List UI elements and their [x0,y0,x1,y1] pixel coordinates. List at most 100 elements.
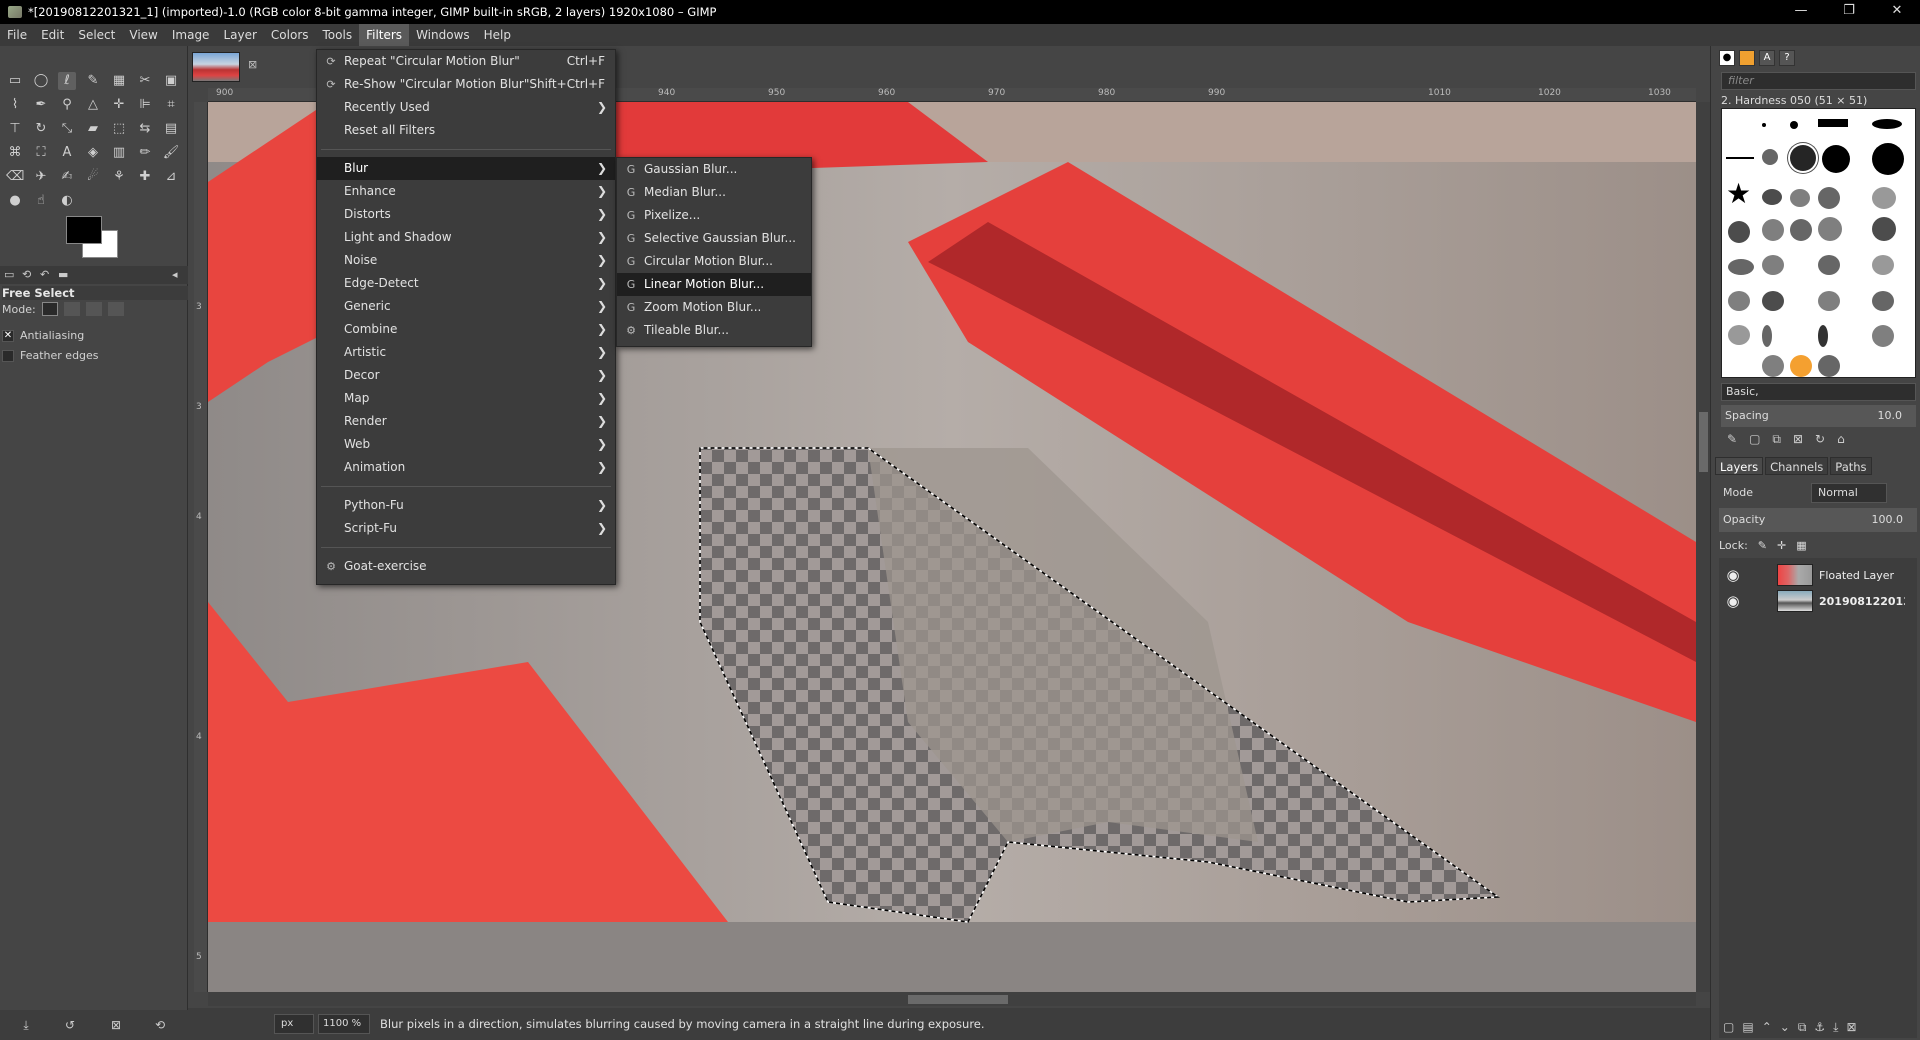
star-brush-icon[interactable]: ★ [1726,177,1751,210]
foreground-select-icon[interactable]: ▣ [162,72,180,90]
image-tab-thumbnail[interactable] [192,52,240,82]
brush-item[interactable] [1790,121,1798,129]
brush-preset-select[interactable]: Basic, [1721,383,1916,401]
brush-item[interactable] [1872,119,1902,129]
mypaint-brush-icon[interactable]: ☄ [84,168,102,186]
brush-item[interactable] [1822,145,1850,173]
spacing-slider[interactable]: Spacing 10.0 [1721,405,1916,427]
brush-item[interactable] [1762,189,1782,205]
brush-item[interactable] [1762,219,1784,241]
unit-selector[interactable]: px [274,1014,314,1034]
reset-options-icon[interactable]: ⟲ [152,1018,168,1034]
help-tab-icon[interactable]: ? [1779,50,1795,66]
horizontal-scrollbar[interactable] [208,992,1696,1006]
patterns-tab-icon[interactable] [1739,50,1755,66]
layer-opacity-value[interactable]: 100.0 [1872,508,1904,532]
restore-options-icon[interactable]: ↺ [62,1018,78,1034]
menu-generic[interactable]: Generic ❯ [317,295,615,318]
tool-options-tab-icon[interactable]: ▭ [4,268,14,281]
brush-item[interactable] [1790,189,1810,207]
anchor-layer-icon[interactable]: ⚓ [1814,1020,1825,1034]
paintbrush-icon[interactable]: 🖌 [162,144,180,162]
delete-options-icon[interactable]: ⊠ [108,1018,124,1034]
brush-item[interactable] [1818,255,1840,275]
free-select-icon[interactable]: ℓ [58,72,76,90]
feather-edges-checkbox[interactable] [2,349,14,362]
brush-item[interactable] [1818,325,1828,347]
lock-pixels-icon[interactable]: ✎ [1758,539,1767,552]
select-by-color-icon[interactable]: ▦ [110,72,128,90]
brush-item[interactable] [1790,219,1812,241]
minimize-button[interactable]: — [1778,0,1824,24]
new-layer-group-icon[interactable]: ▤ [1742,1020,1753,1034]
brush-item[interactable] [1790,355,1812,377]
visibility-eye-icon[interactable]: ◉ [1719,566,1747,584]
menu-combine[interactable]: Combine ❯ [317,318,615,341]
crop-icon[interactable]: ⌗ [162,96,180,114]
brush-item[interactable] [1762,255,1784,275]
save-options-icon[interactable]: ⤓ [18,1018,34,1034]
menu-light-and-shadow[interactable]: Light and Shadow ❯ [317,226,615,249]
brush-item-selected[interactable] [1790,145,1816,171]
menu-goat-exercise[interactable]: ⚙ Goat-exercise [317,555,615,578]
menu-zoom-motion-blur[interactable]: G Zoom Motion Blur... [617,296,811,319]
mode-subtract-icon[interactable] [85,302,102,316]
menu-reshow-filter[interactable]: ⟳ Re-Show "Circular Motion Blur" Shift+Ctr… [317,73,615,96]
edit-brush-icon[interactable]: ✎ [1727,432,1737,450]
menu-selective-gaussian-blur[interactable]: G Selective Gaussian Blur... [617,227,811,250]
menu-view[interactable]: View [122,24,164,46]
zoom-selector[interactable]: 1100 % [318,1014,370,1034]
mode-replace-icon[interactable] [41,302,58,316]
antialiasing-row[interactable]: ✕ Antialiasing [2,329,84,342]
spacing-value[interactable]: 10.0 [1878,405,1903,427]
brush-item[interactable] [1872,217,1896,241]
menu-repeat-filter[interactable]: ⟳ Repeat "Circular Motion Blur" Ctrl+F [317,50,615,73]
color-picker-icon[interactable]: ✒ [32,96,50,114]
flip-icon[interactable]: ⇆ [136,120,154,138]
menu-script-fu[interactable]: Script-Fu ❯ [317,517,615,540]
new-layer-icon[interactable]: ▢ [1723,1020,1734,1034]
menu-distorts[interactable]: Distorts ❯ [317,203,615,226]
cage-icon[interactable]: ▤ [162,120,180,138]
paths-icon[interactable]: ⌇ [6,96,24,114]
menu-filters[interactable]: Filters [359,24,410,46]
close-image-tab-icon[interactable]: ⊠ [248,58,257,71]
menu-edit[interactable]: Edit [34,24,71,46]
menu-tools[interactable]: Tools [316,24,360,46]
menu-median-blur[interactable]: G Median Blur... [617,181,811,204]
menu-gaussian-blur[interactable]: G Gaussian Blur... [617,158,811,181]
layer-name[interactable]: 20190812201321_1 [1819,595,1905,608]
brush-item[interactable] [1728,291,1750,311]
brush-item[interactable] [1728,259,1754,275]
merge-layer-icon[interactable]: ⤓ [1833,1020,1838,1035]
maximize-button[interactable]: ❐ [1826,0,1872,24]
menu-file[interactable]: File [0,24,34,46]
eraser-icon[interactable]: ⌫ [6,168,24,186]
duplicate-layer-icon[interactable]: ⧉ [1798,1020,1807,1035]
move-icon[interactable]: ✛ [110,96,128,114]
brush-item[interactable] [1872,291,1894,311]
dodge-burn-icon[interactable]: ◐ [58,192,76,210]
brush-item[interactable] [1762,325,1772,347]
brush-item[interactable] [1728,325,1750,345]
menu-windows[interactable]: Windows [409,24,477,46]
rotate-icon[interactable]: ↻ [32,120,50,138]
brush-item[interactable] [1818,217,1842,241]
brush-filter-input[interactable]: filter [1721,72,1916,90]
undo-history-tab-icon[interactable]: ↶ [40,268,49,281]
brush-item[interactable] [1872,325,1894,347]
layer-opacity-slider[interactable]: Opacity 100.0 [1719,508,1917,532]
menu-reset-filters[interactable]: Reset all Filters [317,119,615,142]
duplicate-brush-icon[interactable]: ⧉ [1772,432,1781,450]
foreground-color-swatch[interactable] [66,216,102,244]
refresh-brushes-icon[interactable]: ↻ [1815,432,1825,450]
brush-item[interactable] [1872,143,1904,175]
menu-recently-used[interactable]: Recently Used ❯ [317,96,615,119]
layer-mode-select[interactable]: Normal [1811,483,1887,503]
smudge-icon[interactable]: ☝ [32,192,50,210]
scale-icon[interactable]: ⤡ [58,120,76,138]
menu-web[interactable]: Web ❯ [317,433,615,456]
menu-linear-motion-blur[interactable]: G Linear Motion Blur... [617,273,811,296]
airbrush-icon[interactable]: ✈ [32,168,50,186]
menu-noise[interactable]: Noise ❯ [317,249,615,272]
